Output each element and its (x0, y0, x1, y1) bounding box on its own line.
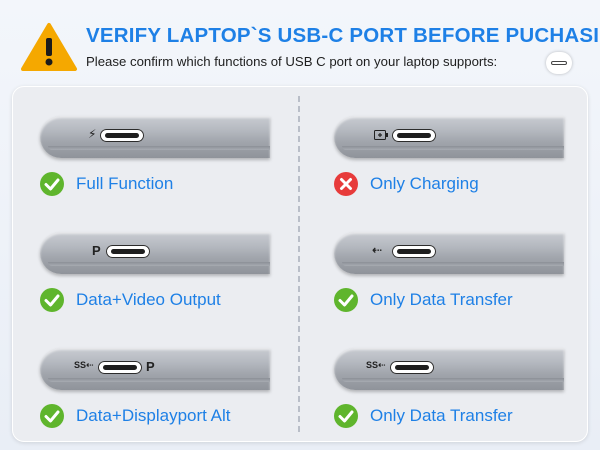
laptop-edge: ⚡ (40, 116, 270, 158)
usb-c-port (106, 245, 150, 258)
card-full-function: ⚡ Full Function (14, 92, 274, 210)
card-only-data-transfer-ss: SS⇠ Only Data Transfer (308, 324, 568, 442)
laptop-edge: SS⇠ P (40, 348, 270, 390)
laptop-edge: P (40, 232, 270, 274)
usb-c-port (100, 129, 144, 142)
check-icon (40, 172, 64, 196)
card-only-data-transfer: ⇠ Only Data Transfer (308, 208, 568, 326)
card-label: Only Charging (370, 174, 479, 193)
usb-c-port (390, 361, 434, 374)
check-icon (334, 404, 358, 428)
usb-c-port-icon (546, 52, 572, 74)
check-icon (40, 288, 64, 312)
ss-usb-icon: SS⇠ (366, 360, 386, 370)
usb-c-port (392, 245, 436, 258)
card-label: Only Data Transfer (370, 290, 513, 309)
battery-icon (374, 130, 388, 140)
check-icon (40, 404, 64, 428)
laptop-edge (334, 116, 564, 158)
card-label: Data+Displayport Alt (76, 406, 231, 425)
card-data-video-output: P Data+Video Output (14, 208, 274, 326)
ss-usb-icon: SS⇠ (74, 360, 94, 370)
page-title: VERIFY LAPTOP`S USB-C PORT BEFORE PUCHAS… (86, 24, 600, 47)
laptop-edge: ⇠ (334, 232, 564, 274)
check-icon (334, 288, 358, 312)
page-subtitle: Please confirm which functions of USB C … (86, 54, 498, 69)
card-only-charging: Only Charging (308, 92, 568, 210)
usb-c-port (98, 361, 142, 374)
displayport-icon: P (92, 243, 101, 258)
card-label: Data+Video Output (76, 290, 221, 309)
card-data-displayport-alt: SS⇠ P Data+Displayport Alt (14, 324, 274, 442)
card-label: Full Function (76, 174, 174, 193)
warning-triangle-icon (21, 23, 77, 71)
header: VERIFY LAPTOP`S USB-C PORT BEFORE PUCHAS… (0, 0, 600, 82)
card-label: Only Data Transfer (370, 406, 513, 425)
usb-icon: ⇠ (372, 243, 383, 257)
usb-c-port (392, 129, 436, 142)
column-divider (298, 96, 300, 432)
laptop-edge: SS⇠ (334, 348, 564, 390)
cross-icon (334, 172, 358, 196)
displayport-icon: P (146, 359, 155, 374)
lightning-icon: ⚡ (88, 127, 97, 141)
